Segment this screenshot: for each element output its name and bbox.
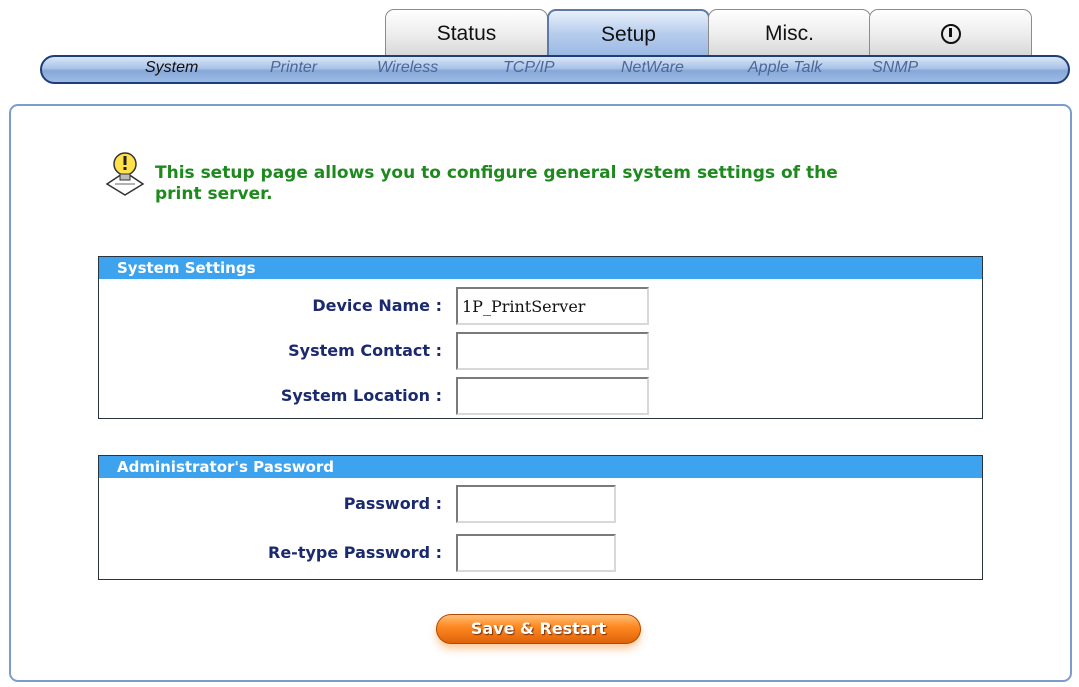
subnav-wireless[interactable]: Wireless: [377, 59, 438, 77]
tab-setup[interactable]: Setup: [547, 9, 710, 57]
tab-power[interactable]: [869, 9, 1032, 57]
subnav-printer[interactable]: Printer: [270, 59, 317, 77]
info-note: This setup page allows you to configure …: [105, 150, 965, 210]
retype-password-field[interactable]: [456, 534, 616, 572]
system-contact-field[interactable]: [456, 332, 649, 370]
system-contact-label: System Contact :: [288, 341, 442, 360]
info-text-line-1: This setup page allows you to configure …: [155, 163, 838, 183]
tab-misc[interactable]: Misc.: [708, 9, 871, 57]
section-title: System Settings: [99, 257, 982, 279]
system-location-label: System Location :: [280, 386, 442, 405]
system-location-field[interactable]: [456, 377, 649, 415]
password-row: Password :: [99, 485, 982, 523]
setup-subnav: System Printer Wireless TCP/IP NetWare A…: [40, 55, 1070, 84]
subnav-tcpip[interactable]: TCP/IP: [503, 59, 555, 77]
subnav-snmp[interactable]: SNMP: [872, 59, 918, 77]
subnav-apple-talk[interactable]: Apple Talk: [748, 59, 822, 77]
system-location-row: System Location :: [99, 377, 982, 415]
device-name-row: Device Name :: [99, 287, 982, 325]
lightbulb-tip-icon: [105, 152, 145, 196]
password-label: Password :: [343, 494, 442, 513]
system-contact-row: System Contact :: [99, 332, 982, 370]
save-restart-button[interactable]: Save & Restart: [436, 614, 641, 644]
retype-password-label: Re-type Password :: [268, 543, 442, 562]
admin-password-section: Administrator's Password Password : Re-t…: [98, 455, 983, 580]
password-field[interactable]: [456, 485, 616, 523]
subnav-system[interactable]: System: [145, 59, 198, 77]
section-title: Administrator's Password: [99, 456, 982, 478]
retype-password-row: Re-type Password :: [99, 534, 982, 572]
device-name-label: Device Name :: [312, 296, 442, 315]
tab-status[interactable]: Status: [385, 9, 548, 57]
info-text-line-2: print server.: [155, 184, 273, 204]
info-text: This setup page allows you to configure …: [155, 163, 975, 205]
system-settings-section: System Settings Device Name : System Con…: [98, 256, 983, 419]
power-icon: [940, 24, 961, 44]
subnav-netware[interactable]: NetWare: [621, 59, 684, 77]
device-name-field[interactable]: [456, 287, 649, 325]
